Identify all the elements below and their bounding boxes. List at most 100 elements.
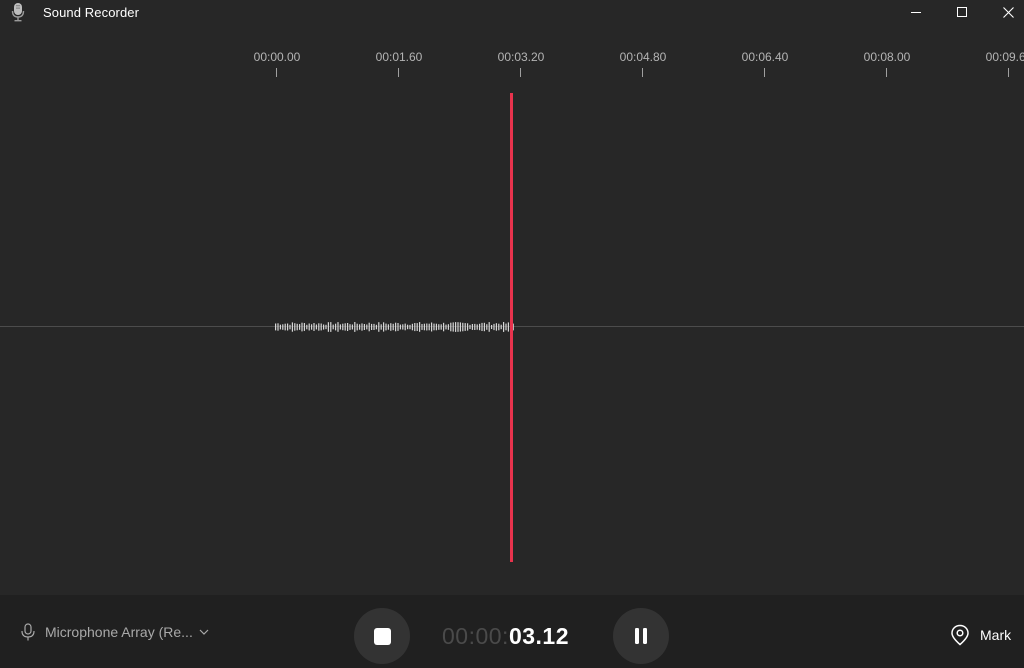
waveform-bar bbox=[325, 324, 327, 330]
waveform-bar bbox=[320, 323, 322, 331]
waveform-bar bbox=[474, 323, 476, 330]
waveform-bar bbox=[438, 324, 440, 330]
waveform-bar bbox=[500, 324, 502, 330]
waveform-bar bbox=[407, 324, 409, 330]
waveform-bar bbox=[356, 323, 358, 331]
minimize-icon bbox=[911, 12, 921, 13]
waveform-bar bbox=[371, 323, 373, 330]
waveform-bar bbox=[505, 323, 507, 331]
waveform-bar bbox=[426, 323, 428, 331]
waveform-bar bbox=[363, 324, 365, 330]
waveform-bar bbox=[395, 322, 397, 332]
waveform-bar bbox=[498, 323, 500, 331]
waveform-bar bbox=[392, 323, 394, 331]
waveform-bar bbox=[447, 324, 449, 330]
waveform-bar bbox=[342, 323, 344, 331]
waveform-bar bbox=[428, 323, 430, 331]
waveform-bar bbox=[421, 324, 423, 330]
waveform-bar bbox=[488, 322, 490, 332]
waveform-bar bbox=[347, 323, 349, 331]
pause-button[interactable] bbox=[613, 608, 669, 664]
waveform-bar bbox=[301, 322, 303, 332]
waveform-bar bbox=[296, 323, 298, 331]
tick-mark bbox=[886, 68, 887, 77]
waveform-bar bbox=[491, 325, 493, 329]
mark-label: Mark bbox=[980, 627, 1012, 643]
tick-mark bbox=[642, 68, 643, 77]
tick-label: 00:04.80 bbox=[619, 50, 667, 64]
waveform-bar bbox=[483, 322, 485, 332]
waveform-bar bbox=[462, 322, 464, 332]
waveform-bar bbox=[311, 324, 313, 330]
waveform-bar bbox=[380, 324, 382, 330]
microphone-selector[interactable]: Microphone Array (Re... bbox=[20, 622, 209, 642]
waveform-bar bbox=[443, 322, 445, 332]
waveform-bar bbox=[385, 323, 387, 331]
waveform-bar bbox=[289, 324, 291, 330]
waveform-bar bbox=[332, 324, 334, 330]
waveform-bar bbox=[368, 322, 370, 332]
stop-button[interactable] bbox=[354, 608, 410, 664]
waveform-bar bbox=[366, 324, 368, 330]
pause-icon bbox=[635, 628, 647, 644]
waveform-bar bbox=[402, 324, 404, 330]
waveform-bar bbox=[404, 323, 406, 331]
tick-mark bbox=[276, 68, 277, 77]
waveform-bar bbox=[303, 323, 305, 331]
waveform-bar bbox=[464, 323, 466, 331]
waveform-bar bbox=[423, 323, 425, 331]
mark-button[interactable]: Mark bbox=[950, 623, 1011, 647]
waveform-bar bbox=[419, 322, 421, 332]
waveform-bar bbox=[435, 323, 437, 331]
waveform-bar bbox=[339, 324, 341, 330]
waveform-bar bbox=[291, 322, 293, 332]
waveform-bar bbox=[323, 324, 325, 330]
timer-leading: 00:00: bbox=[442, 623, 509, 649]
microphone-icon bbox=[21, 623, 35, 641]
waveform-bar bbox=[313, 323, 315, 331]
waveform-bar bbox=[361, 323, 363, 331]
waveform-bar bbox=[479, 323, 481, 331]
close-button[interactable] bbox=[985, 0, 1024, 24]
waveform-bar bbox=[308, 323, 310, 331]
waveform-bar bbox=[445, 324, 447, 330]
waveform-bar bbox=[450, 322, 452, 332]
waveform-bar bbox=[373, 323, 375, 330]
waveform-bar bbox=[431, 322, 433, 332]
tick-label: 00:03.20 bbox=[497, 50, 545, 64]
waveform-bar bbox=[467, 323, 469, 331]
waveform-bar bbox=[378, 322, 380, 332]
waveform-bar bbox=[455, 322, 457, 332]
waveform-bar bbox=[440, 324, 442, 330]
waveform-bar bbox=[330, 322, 332, 332]
tick-label: 00:06.40 bbox=[741, 50, 789, 64]
maximize-button[interactable] bbox=[939, 0, 985, 24]
tick-label: 00:00.00 bbox=[253, 50, 301, 64]
waveform-bar bbox=[318, 323, 320, 331]
playhead[interactable] bbox=[510, 93, 513, 562]
waveform-bar bbox=[354, 322, 356, 332]
waveform-bar bbox=[452, 322, 454, 332]
waveform-bar bbox=[306, 324, 308, 330]
waveform-bar bbox=[349, 324, 351, 330]
waveform-bar bbox=[383, 322, 385, 332]
title-bar: Sound Recorder bbox=[0, 0, 1024, 24]
waveform-bar bbox=[351, 324, 353, 330]
tick-mark bbox=[520, 68, 521, 77]
waveform-bar bbox=[481, 322, 483, 331]
waveform-bar bbox=[399, 324, 401, 330]
waveform-bar bbox=[277, 323, 279, 331]
stop-icon bbox=[373, 627, 391, 645]
waveform-bar bbox=[471, 324, 473, 330]
chevron-down-icon bbox=[199, 629, 209, 635]
waveform-bar bbox=[335, 323, 337, 331]
waveform-bar bbox=[414, 323, 416, 332]
waveform-bar bbox=[375, 324, 377, 330]
tick-label: 00:08.00 bbox=[863, 50, 911, 64]
app-title: Sound Recorder bbox=[43, 5, 140, 20]
minimize-button[interactable] bbox=[893, 0, 939, 24]
waveform-bar bbox=[433, 323, 435, 331]
waveform-bar bbox=[390, 323, 392, 331]
waveform-bar bbox=[493, 323, 495, 331]
tick-mark bbox=[1008, 68, 1009, 77]
